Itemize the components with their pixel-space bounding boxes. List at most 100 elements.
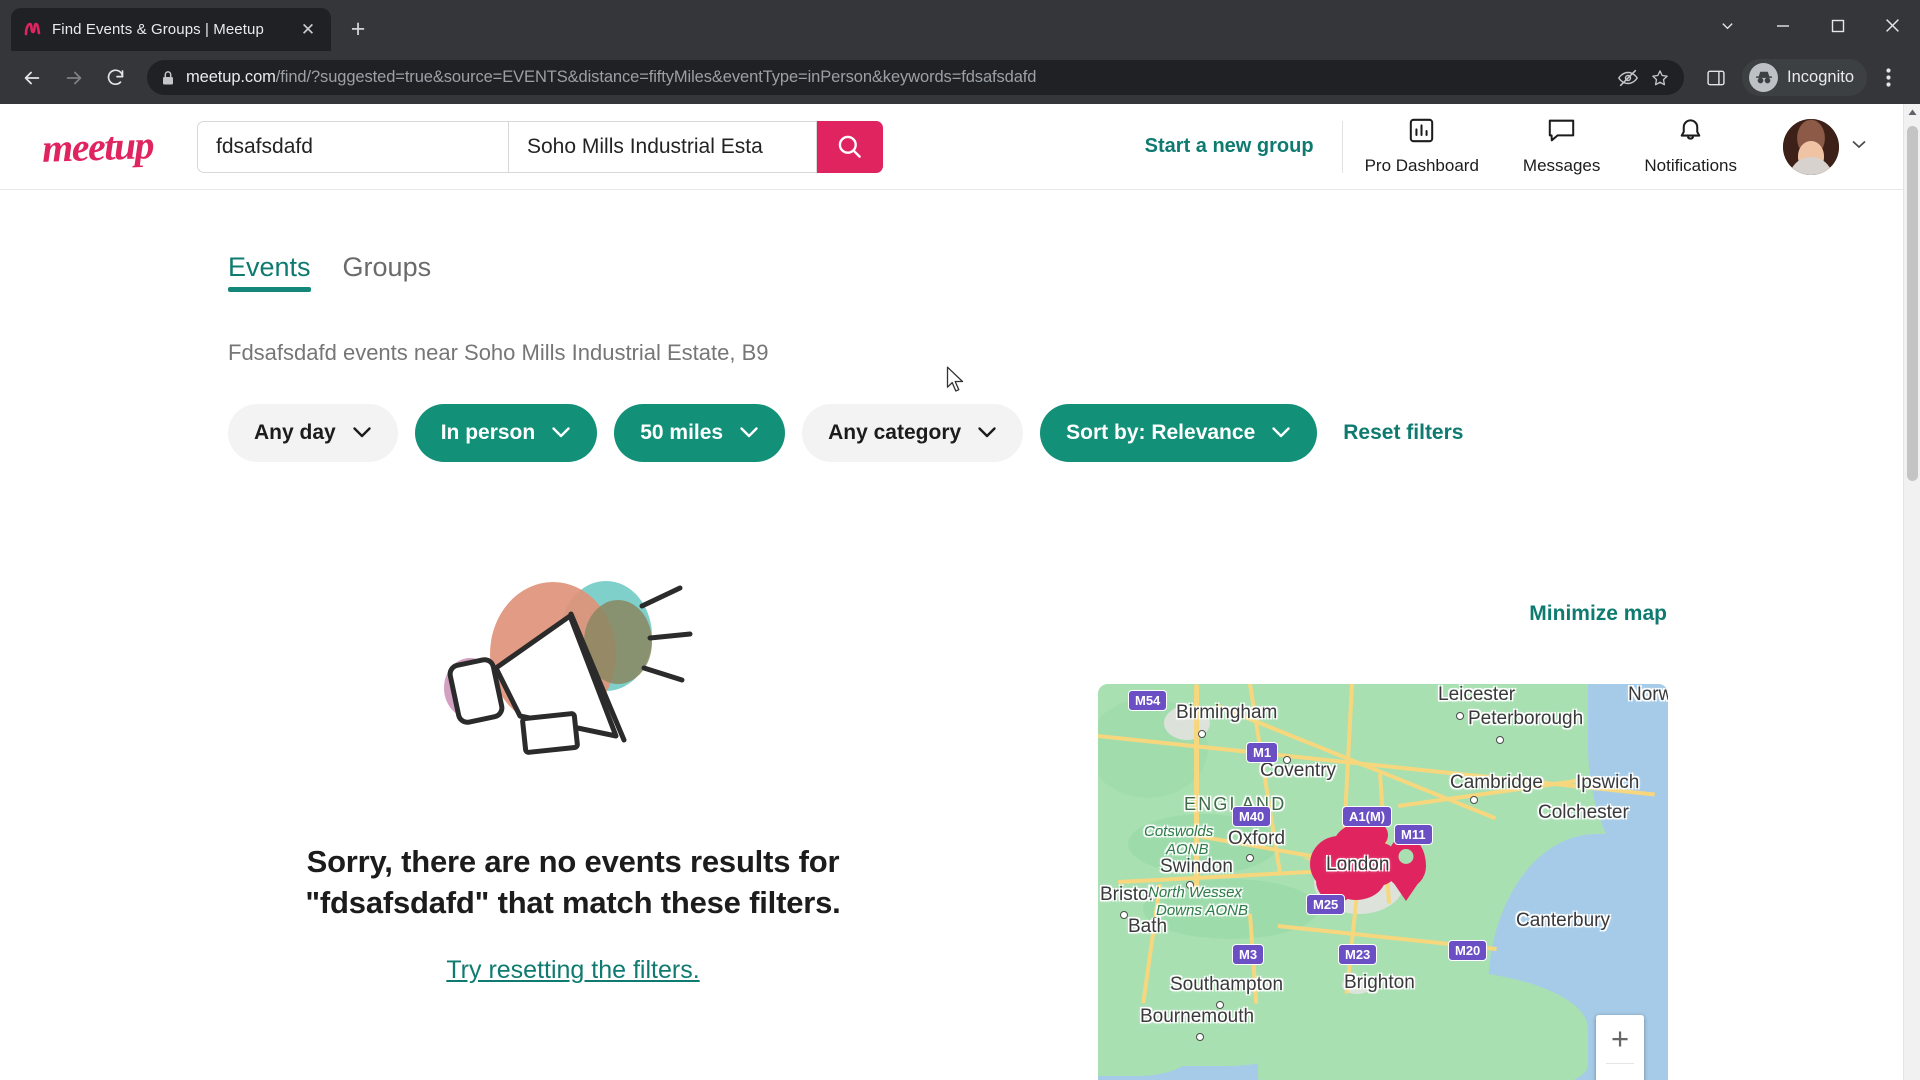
- filter-label: Any day: [254, 421, 336, 444]
- forward-button[interactable]: [55, 59, 92, 96]
- map-label-aonb: Downs AONB: [1156, 902, 1248, 919]
- results-map[interactable]: Birmingham Leicester Norw Peterborough C…: [1098, 684, 1668, 1080]
- nav-notifications[interactable]: Notifications: [1622, 117, 1759, 176]
- reset-filters-button[interactable]: Reset filters: [1343, 421, 1463, 445]
- url-path: /find/?suggested=true&source=EVENTS&dist…: [275, 68, 1037, 86]
- site-header: meetup Start a new group: [0, 104, 1903, 190]
- map-badge-m25: M25: [1306, 894, 1346, 915]
- map-label: Cambridge: [1450, 772, 1543, 793]
- minimize-map-button[interactable]: Minimize map: [1529, 602, 1667, 626]
- nav-pro-dashboard[interactable]: Pro Dashboard: [1343, 117, 1501, 176]
- meetup-favicon-icon: [23, 20, 43, 40]
- map-badge-m1: M1: [1246, 742, 1279, 763]
- nav-messages[interactable]: Messages: [1501, 117, 1622, 176]
- incognito-label: Incognito: [1787, 68, 1854, 86]
- start-new-group-link[interactable]: Start a new group: [1145, 135, 1342, 158]
- scroll-up-arrow-icon[interactable]: [1904, 104, 1920, 121]
- url-domain: meetup.com: [186, 68, 276, 86]
- filter-sort-by[interactable]: Sort by: Relevance: [1040, 404, 1318, 462]
- browser-window: Find Events & Groups | Meetup ✕ + meetup…: [0, 0, 1920, 1080]
- map-label: Brighton: [1344, 972, 1415, 993]
- map-badge-m40: M40: [1232, 806, 1272, 827]
- map-label: Ipswich: [1576, 772, 1640, 793]
- chevron-down-icon: [739, 421, 759, 445]
- filter-label: Any category: [828, 421, 962, 444]
- tab-groups[interactable]: Groups: [343, 252, 432, 292]
- map-zoom-in-button[interactable]: +: [1596, 1015, 1644, 1063]
- map-label: Birmingham: [1176, 702, 1278, 723]
- chevron-down-icon: [1271, 421, 1291, 445]
- map-label: Swindon: [1160, 856, 1233, 877]
- nav-label: Notifications: [1644, 156, 1737, 175]
- side-panel-icon[interactable]: [1697, 59, 1734, 96]
- avatar[interactable]: [1783, 118, 1839, 175]
- map-badge-m3: M3: [1232, 944, 1265, 965]
- bar-chart-icon: [1408, 117, 1435, 149]
- tab-close-icon[interactable]: ✕: [297, 19, 319, 41]
- map-label-aonb: Cotswolds: [1144, 823, 1214, 840]
- try-resetting-filters-link[interactable]: Try resetting the filters.: [446, 956, 699, 985]
- results-subtitle: Fdsafsdafd events near Soho Mills Indust…: [228, 340, 769, 365]
- window-close-button[interactable]: [1865, 0, 1920, 51]
- new-tab-button[interactable]: +: [341, 12, 375, 46]
- chat-bubble-icon: [1547, 117, 1576, 149]
- filter-bar: Any day In person 50 miles Any category …: [228, 404, 1903, 462]
- map-zoom-controls: + −: [1596, 1015, 1644, 1080]
- filter-category[interactable]: Any category: [802, 404, 1024, 462]
- location-search-field[interactable]: [508, 120, 817, 173]
- map-dot-peterborough: [1496, 736, 1504, 744]
- search-button[interactable]: [816, 120, 883, 173]
- page-scrollbar[interactable]: [1903, 104, 1920, 1080]
- url-text: meetup.com/find/?suggested=true&source=E…: [186, 68, 1606, 87]
- map-dot-leicester: [1456, 712, 1464, 720]
- map-badge-m54: M54: [1128, 690, 1168, 711]
- bookmark-star-icon[interactable]: [1650, 68, 1670, 88]
- keyword-search-field[interactable]: [196, 120, 509, 173]
- nav-label: Pro Dashboard: [1364, 156, 1479, 175]
- empty-state-title: Sorry, there are no events results for "…: [305, 844, 841, 920]
- account-menu[interactable]: [1759, 118, 1869, 175]
- mouse-cursor: [946, 366, 965, 398]
- incognito-indicator[interactable]: Incognito: [1742, 59, 1867, 96]
- map-label: Canterbury: [1516, 910, 1610, 931]
- kebab-menu-icon[interactable]: [1870, 59, 1907, 96]
- map-label: London: [1326, 854, 1390, 875]
- map-badge-m23: M23: [1338, 944, 1378, 965]
- eye-crossed-icon[interactable]: [1617, 67, 1639, 89]
- tab-search-chevron-icon[interactable]: [1700, 0, 1755, 51]
- back-button[interactable]: [13, 59, 50, 96]
- map-dot-cambridge: [1470, 796, 1478, 804]
- map-badge-m11: M11: [1394, 824, 1433, 845]
- chevron-down-icon: [352, 421, 372, 445]
- tab-title: Find Events & Groups | Meetup: [52, 21, 264, 38]
- address-bar[interactable]: meetup.com/find/?suggested=true&source=E…: [147, 60, 1685, 95]
- map-label: Bristol: [1100, 884, 1153, 905]
- map-zoom-out-button[interactable]: −: [1596, 1064, 1644, 1080]
- map-label: Southampton: [1170, 974, 1284, 995]
- filter-label: 50 miles: [640, 421, 724, 444]
- filter-label: In person: [440, 421, 536, 444]
- map-dot-birmingham: [1198, 730, 1206, 738]
- map-label: Peterborough: [1468, 708, 1584, 729]
- map-label: Oxford: [1228, 828, 1286, 849]
- chevron-down-icon[interactable]: [1849, 134, 1869, 159]
- meetup-logo[interactable]: meetup: [41, 121, 154, 172]
- map-label-aonb: North Wessex: [1148, 884, 1242, 901]
- browser-toolbar: meetup.com/find/?suggested=true&source=E…: [0, 51, 1920, 104]
- browser-tab[interactable]: Find Events & Groups | Meetup ✕: [11, 8, 331, 51]
- search-input[interactable]: [215, 134, 490, 159]
- filter-distance[interactable]: 50 miles: [614, 404, 786, 462]
- tab-events[interactable]: Events: [228, 252, 311, 292]
- window-maximize-button[interactable]: [1810, 0, 1865, 51]
- chevron-down-icon: [977, 421, 997, 445]
- filter-label: Sort by: Relevance: [1066, 421, 1256, 444]
- tab-strip: Find Events & Groups | Meetup ✕ +: [0, 0, 1920, 51]
- filter-in-person[interactable]: In person: [414, 404, 598, 462]
- filter-any-day[interactable]: Any day: [228, 404, 398, 462]
- scrollbar-thumb[interactable]: [1907, 126, 1918, 481]
- lock-icon: [161, 70, 175, 86]
- page-viewport: meetup Start a new group: [0, 104, 1920, 1080]
- location-input[interactable]: [526, 134, 798, 159]
- reload-button[interactable]: [97, 59, 134, 96]
- window-minimize-button[interactable]: [1755, 0, 1810, 51]
